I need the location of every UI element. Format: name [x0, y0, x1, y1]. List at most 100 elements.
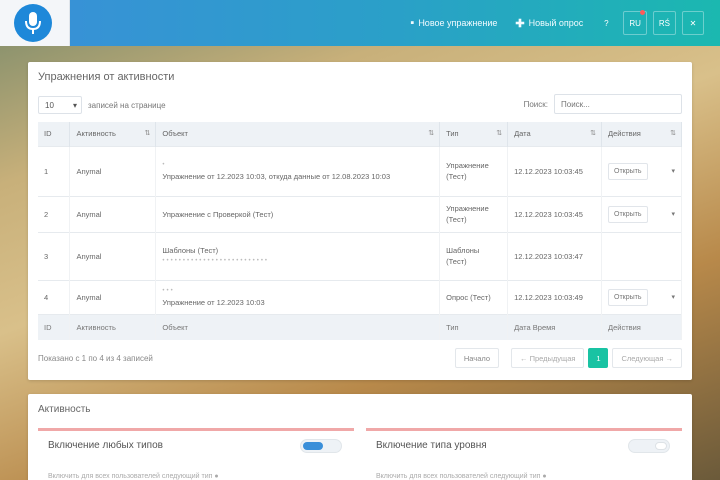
page-current-button[interactable]: 1	[588, 348, 609, 368]
column-header-id[interactable]: ID	[38, 122, 71, 146]
table-row[interactable]: 2 Anymal Упражнение с Проверкой (Тест) У…	[38, 195, 682, 232]
new-survey-label: Новый опрос	[528, 18, 584, 28]
table-row[interactable]: 4 Anymal ••• Упражнение от 12.2023 10:03 …	[38, 279, 682, 314]
activity-card-title: Активность	[38, 404, 91, 415]
page-length-control: 10 ▾ записей на странице	[38, 96, 166, 114]
language-label: RU	[629, 18, 641, 28]
logo-area	[0, 0, 70, 46]
cell-object: ••• Упражнение от 12.2023 10:03	[155, 279, 441, 314]
cell-type: Опрос (Тест)	[439, 279, 509, 314]
toggle-knob	[303, 442, 323, 450]
column-label: Активность	[76, 129, 116, 139]
new-survey-link[interactable]: ✚ Новый опрос	[509, 11, 589, 35]
sort-icon: ⇅	[590, 130, 596, 137]
pagination: Начало ← Предыдущая 1 Следующая →	[454, 348, 682, 368]
notification-dot	[639, 10, 645, 15]
app-logo[interactable]	[14, 4, 52, 42]
open-button[interactable]: Открыть	[608, 288, 648, 306]
column-header-activity[interactable]: Активность ⇅	[69, 122, 157, 146]
dots-icon: •	[162, 162, 167, 168]
close-button[interactable]: ✕	[682, 11, 704, 35]
footer-cell: Дата Время	[507, 313, 602, 340]
cell-id: 4	[38, 279, 71, 314]
cell-activity: Anymal	[69, 195, 157, 232]
right-panel-text: Включить для всех пользователей следующи…	[376, 473, 547, 480]
page-length-label: записей на странице	[88, 100, 166, 110]
close-icon: ✕	[689, 18, 697, 28]
object-text: Упражнение от 12.2023 10:03	[162, 298, 265, 307]
dots-icon: •••	[162, 288, 175, 294]
new-exercise-label: Новое упражнение	[418, 18, 498, 28]
cell-date: 12.12.2023 10:03:47	[507, 231, 602, 280]
activity-card: Активность Включение любых типов Включит…	[28, 394, 692, 480]
open-button[interactable]: Открыть	[608, 162, 648, 180]
language-button[interactable]: RU	[623, 10, 647, 35]
help-label: ?	[604, 18, 609, 28]
cell-object: • Упражнение от 12.2023 10:03, откуда дан…	[155, 145, 441, 196]
page-length-select[interactable]: 10 ▾	[38, 96, 82, 114]
search-control: Поиск:	[524, 94, 682, 114]
table-header-row: ID Активность ⇅ Объект ⇅ Тип ⇅ Дата ⇅ Действ…	[38, 122, 682, 146]
footer-cell: Тип	[439, 313, 509, 340]
cell-date: 12.12.2023 10:03:45	[507, 145, 602, 196]
column-header-type[interactable]: Тип ⇅	[439, 122, 509, 146]
cell-id: 3	[38, 231, 71, 280]
top-bar: ▪ Новое упражнение ✚ Новый опрос ? RU RŚ…	[0, 0, 720, 46]
table-row[interactable]: 1 Anymal • Упражнение от 12.2023 10:03, о…	[38, 145, 682, 196]
column-label: ID	[44, 129, 52, 139]
cell-date: 12.12.2023 10:03:45	[507, 195, 602, 232]
cell-object: Упражнение с Проверкой (Тест)	[155, 195, 441, 232]
footer-cell: Активность	[69, 313, 157, 340]
header-actions: ▪ Новое упражнение ✚ Новый опрос ? RU RŚ…	[404, 10, 704, 36]
footer-cell: Объект	[155, 313, 441, 340]
chevron-down-icon[interactable]: ▾	[671, 292, 675, 303]
open-button[interactable]: Открыть	[608, 205, 648, 223]
plus-icon: ▪	[410, 17, 415, 29]
dots-icon: ••••••••••••••••••••••••••	[162, 258, 270, 264]
column-header-object[interactable]: Объект ⇅	[155, 122, 441, 146]
exercises-card: Упражнения от активности 10 ▾ записей на…	[28, 62, 692, 380]
right-toggle-switch[interactable]	[628, 439, 670, 453]
footer-cell: Действия	[601, 313, 682, 340]
cell-activity: Anymal	[69, 279, 157, 314]
cell-actions: Открыть ▾	[601, 145, 682, 196]
left-panel-text: Включить для всех пользователей следующи…	[48, 473, 219, 480]
chevron-down-icon[interactable]: ▾	[671, 166, 675, 177]
cell-activity: Anymal	[69, 145, 157, 196]
cell-id: 1	[38, 145, 71, 196]
cell-type: Шаблоны (Тест)	[439, 231, 509, 280]
plus-icon: ✚	[515, 17, 525, 30]
sort-icon: ⇅	[144, 130, 151, 137]
user-button[interactable]: RŚ	[652, 11, 676, 35]
sort-icon: ⇅	[670, 130, 676, 137]
cell-actions: Открыть ▾	[601, 279, 682, 314]
column-header-actions[interactable]: Действия ⇅	[601, 122, 682, 146]
object-text: Шаблоны (Тест)	[162, 246, 219, 255]
search-input[interactable]	[554, 94, 682, 114]
cell-actions: Открыть ▾	[601, 195, 682, 232]
page-first-button[interactable]: Начало	[454, 348, 499, 368]
right-panel-title: Включение типа уровня	[376, 440, 487, 451]
cell-type: Упражнение (Тест)	[439, 145, 509, 196]
table-row[interactable]: 3 Anymal Шаблоны (Тест) •••••••••••••••••…	[38, 231, 682, 280]
column-label: Тип	[446, 129, 459, 139]
page-next-button[interactable]: Следующая →	[612, 348, 682, 368]
help-button[interactable]: ?	[595, 11, 617, 35]
card-title: Упражнения от активности	[38, 71, 175, 83]
sort-icon: ⇅	[496, 130, 503, 137]
left-panel-title: Включение любых типов	[48, 440, 163, 451]
toggle-knob	[655, 442, 667, 450]
new-exercise-link[interactable]: ▪ Новое упражнение	[404, 11, 503, 35]
column-header-date[interactable]: Дата ⇅	[507, 122, 602, 146]
left-toggle-switch[interactable]	[300, 439, 342, 453]
table-info: Показано с 1 по 4 из 4 записей	[38, 354, 153, 363]
chevron-down-icon[interactable]: ▾	[671, 209, 675, 220]
column-label: Действия	[608, 129, 641, 139]
page-prev-button[interactable]: ← Предыдущая	[511, 348, 585, 368]
right-settings-panel: Включение типа уровня Включить для всех …	[366, 428, 682, 480]
sort-icon: ⇅	[428, 130, 435, 137]
page-length-value: 10	[45, 100, 54, 110]
cell-activity: Anymal	[69, 231, 157, 280]
cell-object: Шаблоны (Тест) ••••••••••••••••••••••••••	[155, 231, 441, 280]
cell-id: 2	[38, 195, 71, 232]
